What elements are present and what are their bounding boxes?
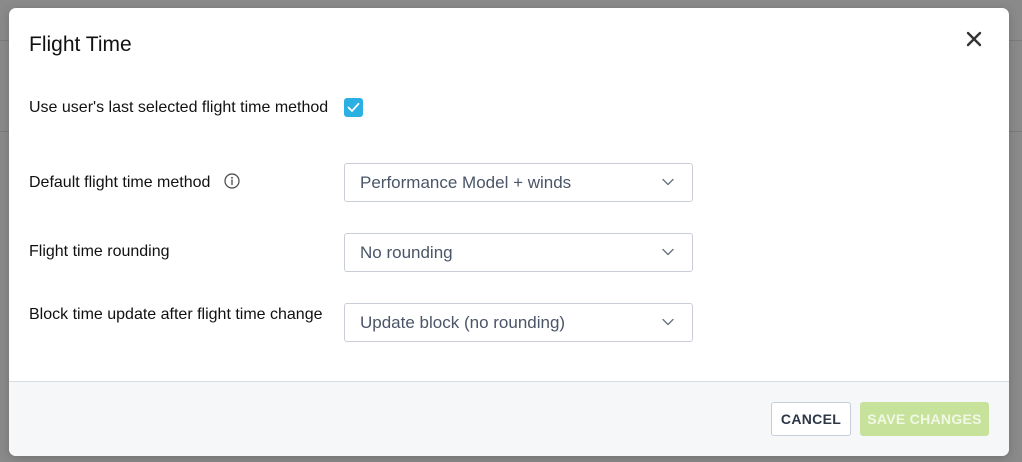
block-update-label-text: Block time update after flight time chan… [29, 306, 323, 323]
chevron-down-icon [662, 248, 674, 256]
block-update-select[interactable]: Update block (no rounding) [344, 303, 693, 342]
chevron-down-icon [662, 178, 674, 186]
flight-time-dialog: Flight Time Use user's last selected fli… [9, 8, 1009, 456]
last-selected-method-label-text: Use user's last selected flight time met… [29, 99, 329, 116]
backdrop-line-right-mid [1009, 131, 1022, 132]
backdrop-line-left-mid [0, 131, 9, 132]
block-update-label: Block time update after flight time chan… [29, 303, 329, 327]
dialog-title: Flight Time [29, 33, 132, 56]
backdrop-line-top [0, 40, 9, 41]
checkmark-icon [347, 102, 360, 112]
close-button[interactable] [963, 28, 985, 50]
info-icon[interactable] [224, 173, 240, 189]
rounding-label: Flight time rounding [29, 243, 329, 260]
last-selected-method-checkbox[interactable] [344, 98, 363, 117]
backdrop-line-right-top [1009, 40, 1022, 41]
close-icon [966, 31, 982, 47]
rounding-label-text: Flight time rounding [29, 243, 170, 260]
dialog-footer: CANCEL SAVE CHANGES [9, 381, 1009, 456]
save-changes-button[interactable]: SAVE CHANGES [860, 402, 989, 436]
block-update-value: Update block (no rounding) [360, 313, 566, 332]
rounding-select[interactable]: No rounding [344, 233, 693, 272]
default-method-label-text: Default flight time method [29, 174, 211, 191]
last-selected-method-label: Use user's last selected flight time met… [29, 99, 329, 116]
default-method-select[interactable]: Performance Model + winds [344, 163, 693, 202]
rounding-value: No rounding [360, 243, 453, 262]
cancel-button[interactable]: CANCEL [771, 402, 851, 436]
default-method-value: Performance Model + winds [360, 173, 572, 192]
default-method-label: Default flight time method [29, 173, 329, 191]
chevron-down-icon [662, 318, 674, 326]
